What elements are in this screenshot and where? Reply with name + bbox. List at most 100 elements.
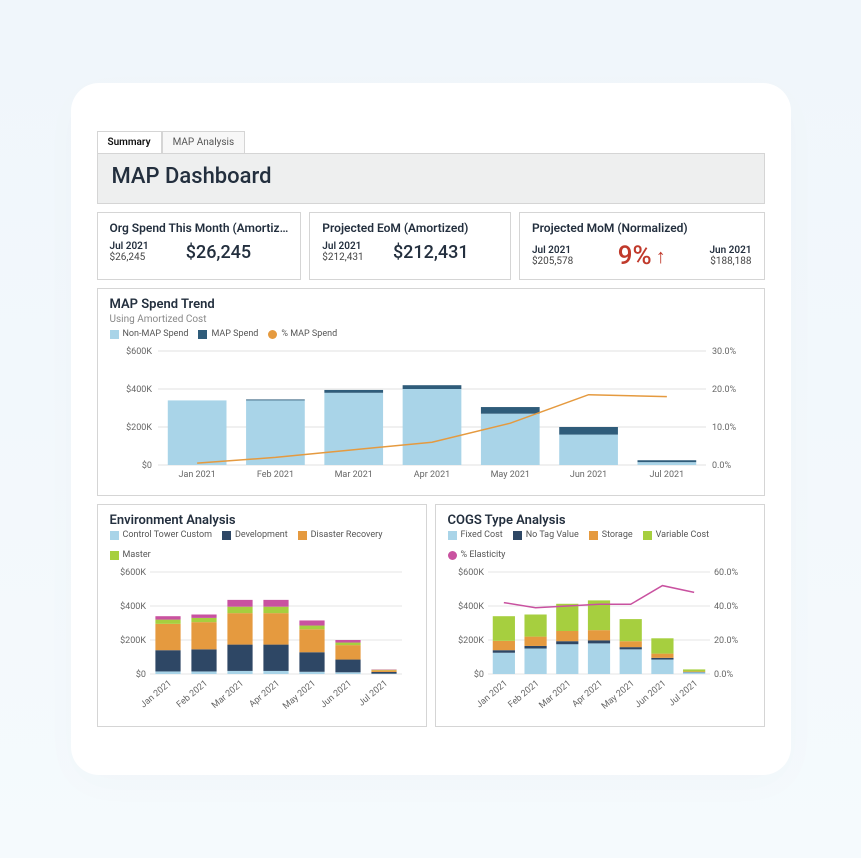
chart-environment-analysis: $0 $200K $400K $600K Jan 2021Feb 2021Mar 202… bbox=[110, 566, 414, 716]
legend-ct: Control Tower Custom bbox=[110, 530, 212, 540]
kpi-title: Projected EoM (Amortized) bbox=[322, 221, 498, 235]
svg-text:$0: $0 bbox=[473, 669, 483, 680]
svg-text:20.0%: 20.0% bbox=[712, 385, 737, 395]
legend-storage: Storage bbox=[589, 530, 633, 540]
svg-text:10.0%: 10.0% bbox=[712, 423, 737, 433]
kpi-change-value: 9% bbox=[618, 241, 652, 271]
swatch-icon bbox=[643, 531, 652, 540]
legend-var: Variable Cost bbox=[643, 530, 709, 540]
svg-text:Jan 2021: Jan 2021 bbox=[138, 679, 173, 711]
chart-cogs-type-analysis: $0 $200K $400K $600K 0.0% 20.0% 40.0% 60.0% Jan … bbox=[448, 566, 752, 716]
swatch-icon bbox=[589, 531, 598, 540]
kpi-period: Jul 2021 bbox=[322, 241, 363, 252]
kpi-org-spend: Org Spend This Month (Amortiz… Jul 2021 … bbox=[97, 212, 302, 280]
svg-text:$200K: $200K bbox=[126, 422, 152, 433]
svg-text:May 2021: May 2021 bbox=[490, 470, 529, 480]
legend-dev: Development bbox=[222, 530, 288, 540]
svg-text:$400K: $400K bbox=[126, 384, 152, 395]
svg-text:Jul 2021: Jul 2021 bbox=[357, 679, 390, 709]
svg-text:30.0%: 30.0% bbox=[712, 347, 737, 357]
panel-legend: Control Tower Custom Development Disaste… bbox=[110, 530, 414, 560]
tab-summary[interactable]: Summary bbox=[97, 131, 162, 153]
swatch-icon bbox=[268, 330, 277, 339]
svg-text:Jun 2021: Jun 2021 bbox=[318, 679, 353, 711]
kpi-value-big: $26,245 bbox=[149, 242, 289, 263]
svg-text:Mar 2021: Mar 2021 bbox=[210, 679, 246, 711]
swatch-icon bbox=[110, 551, 119, 560]
kpi-period: Jul 2021 bbox=[110, 241, 149, 252]
svg-text:$600K: $600K bbox=[458, 567, 484, 578]
svg-text:20.0%: 20.0% bbox=[714, 636, 739, 646]
legend-dr: Disaster Recovery bbox=[298, 530, 383, 540]
kpi-title: Org Spend This Month (Amortiz… bbox=[110, 221, 289, 235]
svg-text:Jan 2021: Jan 2021 bbox=[474, 679, 509, 711]
tab-map-analysis[interactable]: MAP Analysis bbox=[162, 131, 246, 153]
legend-nonmap: Non-MAP Spend bbox=[110, 329, 189, 339]
svg-text:$400K: $400K bbox=[120, 601, 146, 612]
panel-subtitle: Using Amortized Cost bbox=[110, 314, 752, 325]
kpi-left-period: Jul 2021 bbox=[532, 245, 618, 256]
svg-text:$0: $0 bbox=[135, 669, 145, 680]
svg-text:Jul 2021: Jul 2021 bbox=[649, 470, 684, 480]
swatch-icon bbox=[513, 531, 522, 540]
swatch-icon bbox=[198, 330, 207, 339]
svg-text:Jun 2021: Jun 2021 bbox=[569, 470, 606, 480]
svg-text:Apr 2021: Apr 2021 bbox=[247, 679, 281, 710]
svg-text:Jun 2021: Jun 2021 bbox=[633, 679, 668, 711]
svg-text:May 2021: May 2021 bbox=[600, 679, 637, 712]
svg-text:Jan 2021: Jan 2021 bbox=[178, 470, 215, 480]
svg-text:Mar 2021: Mar 2021 bbox=[334, 470, 372, 480]
panel-title: COGS Type Analysis bbox=[448, 513, 752, 528]
legend-fixed: Fixed Cost bbox=[448, 530, 503, 540]
kpi-projected-eom: Projected EoM (Amortized) Jul 2021 $212,… bbox=[309, 212, 511, 280]
legend-map: MAP Spend bbox=[198, 329, 258, 339]
svg-text:Feb 2021: Feb 2021 bbox=[506, 679, 541, 711]
svg-text:Feb 2021: Feb 2021 bbox=[256, 470, 293, 480]
arrow-up-icon: ↑ bbox=[656, 244, 666, 269]
legend-notag: No Tag Value bbox=[513, 530, 579, 540]
svg-text:Feb 2021: Feb 2021 bbox=[175, 679, 210, 711]
dashboard-header: MAP Dashboard bbox=[97, 153, 765, 204]
svg-text:$600K: $600K bbox=[120, 567, 146, 578]
svg-text:$400K: $400K bbox=[458, 601, 484, 612]
kpi-projected-mom: Projected MoM (Normalized) Jul 2021 $205… bbox=[519, 212, 765, 280]
svg-text:Apr 2021: Apr 2021 bbox=[413, 470, 449, 480]
swatch-icon bbox=[222, 531, 231, 540]
svg-text:$600K: $600K bbox=[126, 346, 152, 357]
svg-text:$0: $0 bbox=[141, 460, 151, 471]
swatch-icon bbox=[110, 330, 119, 339]
swatch-icon bbox=[298, 531, 307, 540]
tab-strip: Summary MAP Analysis bbox=[97, 131, 765, 153]
swatch-icon bbox=[448, 531, 457, 540]
legend-elas: % Elasticity bbox=[448, 550, 506, 560]
svg-text:$200K: $200K bbox=[458, 635, 484, 646]
page-title: MAP Dashboard bbox=[112, 164, 750, 189]
panel-environment-analysis: Environment Analysis Control Tower Custo… bbox=[97, 504, 427, 727]
svg-text:40.0%: 40.0% bbox=[714, 602, 739, 612]
swatch-icon bbox=[110, 531, 119, 540]
panel-title: Environment Analysis bbox=[110, 513, 414, 528]
kpi-title: Projected MoM (Normalized) bbox=[532, 221, 752, 235]
kpi-row: Org Spend This Month (Amortiz… Jul 2021 … bbox=[97, 212, 765, 280]
legend-pctmap: % MAP Spend bbox=[268, 329, 337, 339]
svg-text:0.0%: 0.0% bbox=[714, 670, 733, 680]
kpi-right-period: Jun 2021 bbox=[666, 245, 752, 256]
svg-text:Mar 2021: Mar 2021 bbox=[537, 679, 573, 711]
kpi-left-value: $205,578 bbox=[532, 256, 618, 267]
chart-map-spend-trend: $0 $200K $400K $600K 0.0% 10.0% 20.0% 30.0% Jan … bbox=[110, 345, 752, 485]
svg-text:60.0%: 60.0% bbox=[714, 568, 739, 578]
svg-text:May 2021: May 2021 bbox=[281, 679, 318, 712]
kpi-right-value: $188,188 bbox=[666, 256, 752, 267]
kpi-value-small: $212,431 bbox=[322, 252, 363, 263]
kpi-value-big: $212,431 bbox=[364, 242, 498, 263]
panel-legend: Non-MAP Spend MAP Spend % MAP Spend bbox=[110, 329, 752, 339]
panel-cogs-type-analysis: COGS Type Analysis Fixed Cost No Tag Val… bbox=[435, 504, 765, 727]
legend-master: Master bbox=[110, 550, 151, 560]
panel-title: MAP Spend Trend bbox=[110, 297, 752, 312]
swatch-icon bbox=[448, 551, 457, 560]
svg-text:0.0%: 0.0% bbox=[712, 461, 731, 471]
kpi-value-small: $26,245 bbox=[110, 252, 149, 263]
dashboard-frame: Summary MAP Analysis MAP Dashboard Org S… bbox=[71, 83, 791, 775]
svg-text:$200K: $200K bbox=[120, 635, 146, 646]
kpi-change: 9% ↑ bbox=[618, 241, 666, 271]
